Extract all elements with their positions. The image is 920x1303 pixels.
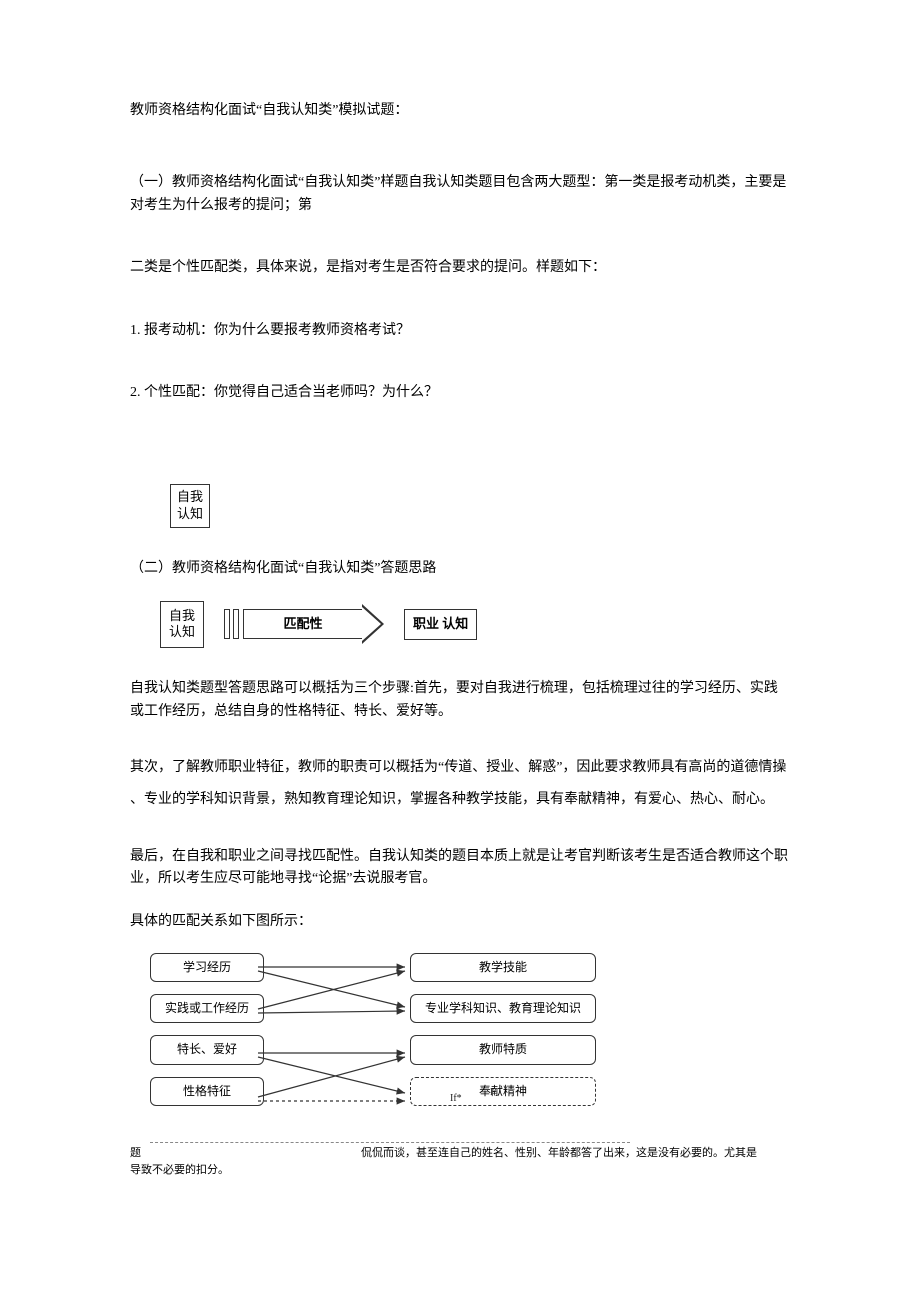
footnote-end: 导致不必要的扣分。 — [130, 1164, 229, 1176]
right-item-2: 专业学科知识、教育理论知识 — [410, 994, 596, 1023]
section1-cont: 二类是个性匹配类，具体来说，是指对考生是否符合要求的提问。样题如下： — [130, 257, 790, 279]
right-item-4: 奉献精神 — [410, 1077, 596, 1106]
flow-diagram: 自我 认知 匹配性 职业 认知 — [160, 601, 790, 649]
arrow-icon: 匹配性 — [224, 604, 384, 644]
flow-mid-label: 匹配性 — [243, 609, 362, 639]
connector-lines-icon — [250, 953, 430, 1133]
footnote-prefix: 题 — [130, 1147, 141, 1159]
question-1: 1. 报考动机：你为什么要报考教师资格考试？ — [130, 320, 790, 342]
left-item-3: 特长、爱好 — [150, 1035, 264, 1064]
section2-heading: （二）教师资格结构化面试“自我认知类”答题思路 — [130, 558, 790, 580]
left-item-1: 学习经历 — [150, 953, 264, 982]
section1-intro: （一）教师资格结构化面试“自我认知类”样题自我认知类题目包含两大题型：第一类是报… — [130, 172, 790, 217]
section2-p3: 最后，在自我和职业之间寻找匹配性。自我认知类的题目本质上就是让考官判断该考生是否… — [130, 846, 790, 891]
section2-p2a: 其次，了解教师职业特征，教师的职责可以概括为“传道、授业、解惑”，因此要求教师具… — [130, 757, 790, 779]
flow-left-box: 自我 认知 — [160, 601, 204, 649]
question-2: 2. 个性匹配：你觉得自己适合当老师吗？为什么？ — [130, 382, 790, 404]
section2-p2b: 、专业的学科知识背景，熟知教育理论知识，掌握各种教学技能，具有奉献精神，有爱心、… — [130, 789, 790, 811]
left-item-4: 性格特征 — [150, 1077, 264, 1106]
flow-right-box: 职业 认知 — [404, 609, 477, 640]
self-cognition-box: 自我 认知 — [170, 484, 210, 528]
left-item-2: 实践或工作经历 — [150, 994, 264, 1023]
if-label: If* — [450, 1091, 462, 1107]
footnote-mid: 侃侃而谈，甚至连自己的姓名、性别、年龄都答了出来，这是没有必要的。尤其是 — [361, 1147, 757, 1159]
right-item-1: 教学技能 — [410, 953, 596, 982]
right-item-3: 教师特质 — [410, 1035, 596, 1064]
section2-p1: 自我认知类题型答题思路可以概括为三个步骤:首先，要对自我进行梳理，包括梳理过往的… — [130, 678, 790, 723]
footnote: 题 侃侃而谈，甚至连自己的姓名、性别、年龄都答了出来，这是没有必要的。尤其是 导致… — [130, 1145, 790, 1178]
f-label: F — [490, 1085, 496, 1101]
match-diagram: 学习经历 实践或工作经历 特长、爱好 性格特征 教学技能 专业学科知识、教育理论… — [150, 953, 630, 1143]
page-title: 教师资格结构化面试“自我认知类”模拟试题： — [130, 100, 790, 122]
section2-p4: 具体的匹配关系如下图所示： — [130, 911, 790, 933]
